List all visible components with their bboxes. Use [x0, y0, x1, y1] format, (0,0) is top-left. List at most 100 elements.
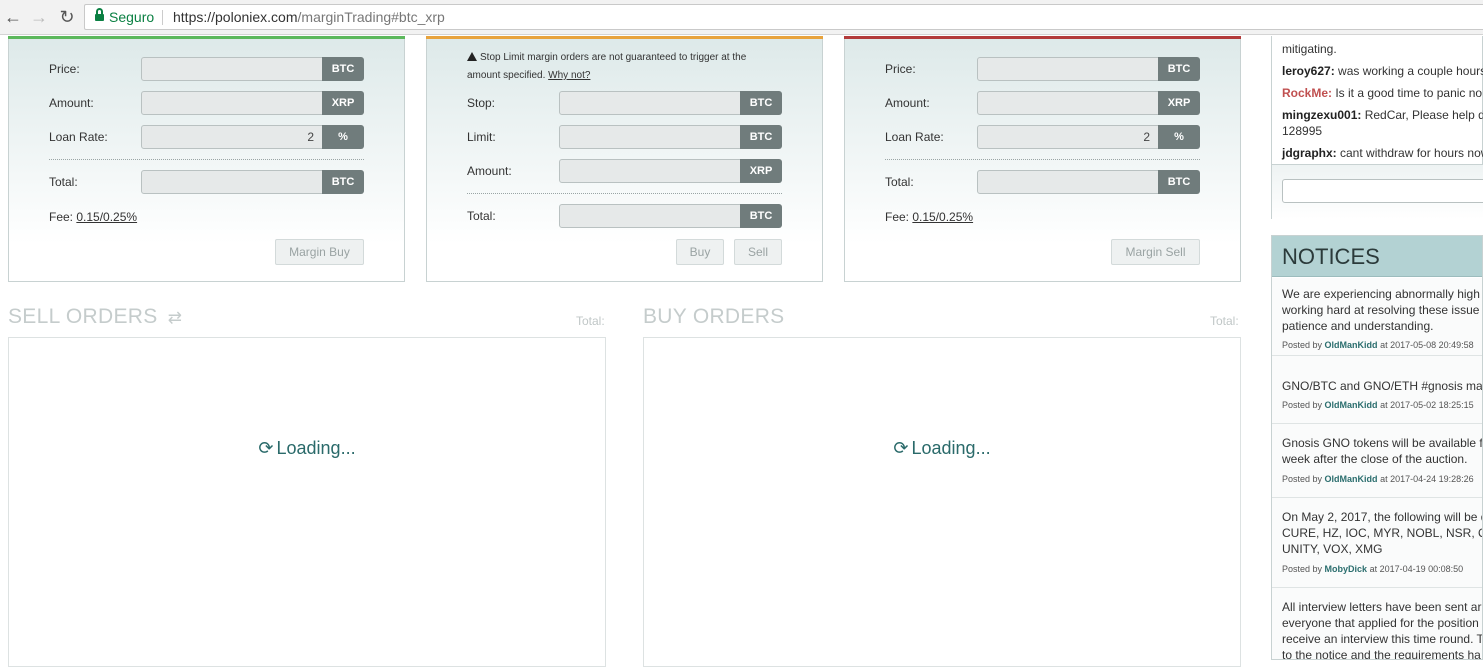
stop-amount-input[interactable] — [559, 159, 741, 183]
reload-icon[interactable]: ↻ — [56, 6, 78, 28]
sell-price-label: Price: — [885, 62, 916, 76]
notice-author[interactable]: OldManKidd — [1325, 340, 1378, 350]
refresh-icon: ⟳ — [893, 438, 909, 458]
stop-total-row: Total: BTC — [427, 204, 822, 228]
notice-meta: Posted by OldManKidd at 2017-05-08 20:49… — [1282, 340, 1474, 350]
stop-amount-unit: XRP — [740, 159, 782, 183]
browser-toolbar: ← → ↻ Seguro https://poloniex.com/margin… — [0, 0, 1483, 35]
limit-unit: BTC — [740, 125, 782, 149]
address-bar[interactable]: Seguro https://poloniex.com/marginTradin… — [84, 4, 1483, 30]
sell-total-unit: BTC — [1158, 170, 1200, 194]
margin-buy-button[interactable]: Margin Buy — [275, 239, 364, 265]
notices-header: NOTICES — [1272, 236, 1482, 277]
margin-sell-panel: Price: BTC Amount: XRP Loan Rate: 2 % To… — [844, 36, 1241, 282]
sell-fee-link[interactable]: 0.15/0.25% — [912, 210, 973, 224]
notices-title: NOTICES — [1282, 244, 1380, 269]
buy-total-unit: BTC — [322, 170, 364, 194]
buy-total-label: Total: — [49, 175, 78, 189]
stop-row: Stop: BTC — [427, 91, 822, 115]
notice-author[interactable]: MobyDick — [1325, 564, 1368, 574]
buy-loan-rate-unit: % — [322, 125, 364, 149]
stop-total-label: Total: — [467, 209, 496, 223]
sell-orders-title: SELL ORDERS ⇄ — [8, 305, 182, 329]
forward-arrow-icon[interactable]: → — [28, 6, 50, 28]
chat-message: 128995 — [1282, 124, 1323, 138]
sell-orders-total-label: Total: — [576, 314, 605, 328]
chat-input[interactable] — [1282, 179, 1483, 203]
notice-author[interactable]: OldManKidd — [1325, 474, 1378, 484]
sell-price-row: Price: BTC — [845, 57, 1240, 81]
buy-orders-loading: ⟳ Loading... — [644, 438, 1240, 459]
stop-accent-line — [426, 36, 823, 39]
stop-buy-button[interactable]: Buy — [676, 239, 724, 265]
notice-item: GNO/BTC and GNO/ETH #gnosis mar Posted b… — [1272, 356, 1482, 424]
sell-divider — [885, 159, 1200, 160]
stop-total-input[interactable] — [559, 204, 741, 228]
chat-input-area — [1272, 164, 1483, 219]
buy-orders-table: ⟳ Loading... — [643, 337, 1241, 667]
buy-divider — [49, 159, 364, 160]
chat-message: mingzexu001: RedCar, Please help de — [1282, 108, 1483, 122]
swap-icon[interactable]: ⇄ — [168, 308, 183, 327]
sell-orders-title-text: SELL ORDERS — [8, 305, 158, 328]
notice-meta: Posted by MobyDick at 2017-04-19 00:08:5… — [1282, 564, 1464, 574]
sell-loan-rate-unit: % — [1158, 125, 1200, 149]
buy-price-unit: BTC — [322, 57, 364, 81]
notice-text: On May 2, 2017, the following will be d … — [1282, 510, 1483, 556]
limit-input[interactable] — [559, 125, 741, 149]
sell-loan-rate-label: Loan Rate: — [885, 130, 944, 144]
warning-icon — [467, 52, 477, 61]
warning-text: Stop Limit margin orders are not guarant… — [467, 52, 747, 81]
buy-fee-link[interactable]: 0.15/0.25% — [76, 210, 137, 224]
chat-message: RockMe: Is it a good time to panic no — [1282, 86, 1483, 100]
chat-message: jdgraphx: cant withdraw for hours now — [1282, 146, 1483, 160]
buy-loan-rate-row: Loan Rate: 2 % — [9, 125, 404, 149]
notice-author[interactable]: OldManKidd — [1325, 400, 1378, 410]
refresh-icon: ⟳ — [258, 438, 274, 458]
buy-price-row: Price: BTC — [9, 57, 404, 81]
url-separator — [162, 10, 163, 25]
sell-total-input[interactable] — [977, 170, 1159, 194]
buy-amount-input[interactable] — [141, 91, 323, 115]
notice-text: GNO/BTC and GNO/ETH #gnosis mar — [1282, 379, 1483, 393]
stop-label: Stop: — [467, 96, 496, 110]
stop-amount-row: Amount: XRP — [427, 159, 822, 183]
sell-total-row: Total: BTC — [845, 170, 1240, 194]
why-not-link[interactable]: Why not? — [548, 70, 590, 81]
lock-icon — [95, 8, 104, 22]
sell-amount-row: Amount: XRP — [845, 91, 1240, 115]
sell-total-label: Total: — [885, 175, 914, 189]
sell-accent-line — [844, 36, 1241, 39]
stop-input[interactable] — [559, 91, 741, 115]
sell-fee-label: Fee: — [885, 210, 910, 224]
notice-text: All interview letters have been sent ar … — [1282, 600, 1483, 660]
chat-message: mitigating. — [1282, 42, 1337, 56]
buy-loan-rate-input[interactable]: 2 — [141, 125, 323, 149]
sell-price-unit: BTC — [1158, 57, 1200, 81]
url-text: https://poloniex.com/marginTrading#btc_x… — [173, 9, 445, 25]
buy-price-input[interactable] — [141, 57, 323, 81]
buy-amount-label: Amount: — [49, 96, 94, 110]
stop-sell-button[interactable]: Sell — [734, 239, 782, 265]
buy-amount-row: Amount: XRP — [9, 91, 404, 115]
sell-amount-input[interactable] — [977, 91, 1159, 115]
buy-accent-line — [8, 36, 405, 39]
buy-total-input[interactable] — [141, 170, 323, 194]
notice-item: On May 2, 2017, the following will be d … — [1272, 498, 1482, 588]
notice-item: We are experiencing abnormally high work… — [1272, 278, 1482, 356]
margin-buy-panel: Price: BTC Amount: XRP Loan Rate: 2 % To… — [8, 36, 405, 282]
notice-item: Gnosis GNO tokens will be available f we… — [1272, 424, 1482, 498]
notice-meta: Posted by OldManKidd at 2017-05-02 18:25… — [1282, 400, 1474, 410]
limit-label: Limit: — [467, 130, 496, 144]
sell-price-input[interactable] — [977, 57, 1159, 81]
margin-sell-button[interactable]: Margin Sell — [1111, 239, 1200, 265]
notice-text: Gnosis GNO tokens will be available f we… — [1282, 436, 1483, 466]
stop-amount-label: Amount: — [467, 164, 512, 178]
notice-item: All interview letters have been sent ar … — [1272, 588, 1483, 660]
sell-loading-text: Loading... — [276, 438, 356, 458]
back-arrow-icon[interactable]: ← — [2, 6, 24, 28]
buy-loading-text: Loading... — [911, 438, 991, 458]
stop-total-unit: BTC — [740, 204, 782, 228]
notice-text: We are experiencing abnormally high work… — [1282, 287, 1480, 333]
sell-loan-rate-input[interactable]: 2 — [977, 125, 1159, 149]
